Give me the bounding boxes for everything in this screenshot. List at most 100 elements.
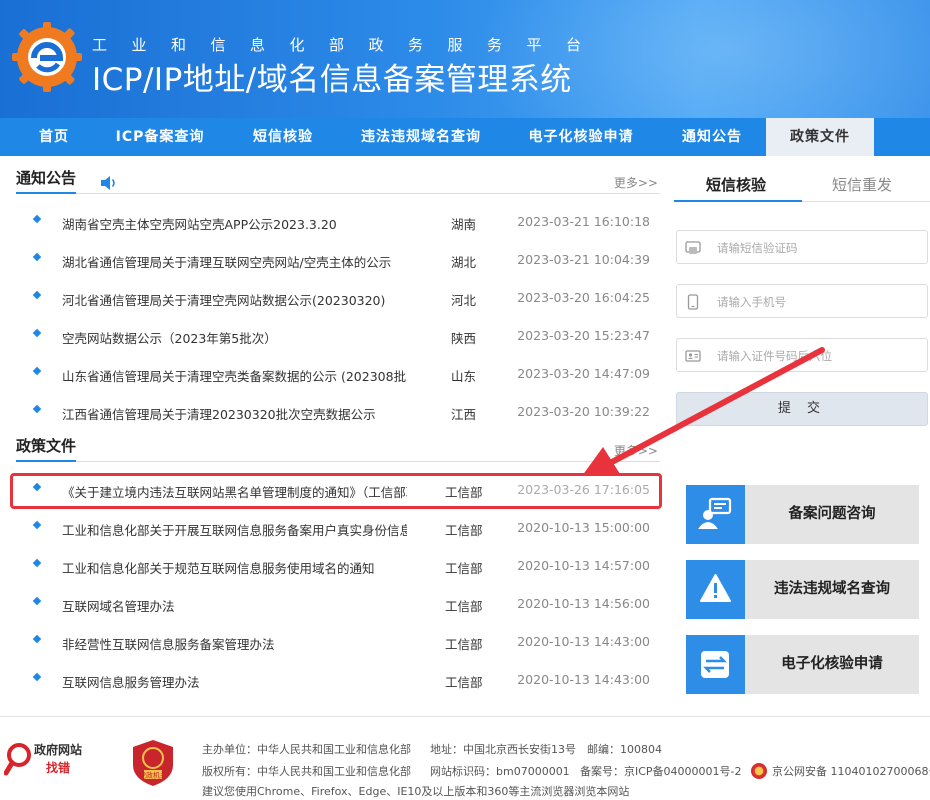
divider xyxy=(16,193,660,194)
policy-item-date: 2020-10-13 14:57:00 xyxy=(517,558,650,573)
notice-item-date: 2023-03-21 10:04:39 xyxy=(517,252,650,267)
bullet-icon xyxy=(32,290,42,300)
party-gov-seal-icon[interactable]: 党政机关 xyxy=(130,739,176,787)
footer-address: 地址：中国北京西长安街13号 xyxy=(430,743,576,756)
footer-icp-link[interactable]: 备案号：京ICP备04000001号-2 xyxy=(580,763,742,779)
quick-link-label: 电子化核验申请 xyxy=(781,656,883,672)
bullet-icon xyxy=(32,328,42,338)
nav-policy[interactable]: 政策文件 xyxy=(766,118,874,156)
quick-link-consult[interactable]: 备案问题咨询 xyxy=(686,485,919,544)
tab-sms-resend[interactable]: 短信重发 xyxy=(832,174,892,195)
notice-item-region: 湖北 xyxy=(451,255,477,270)
footer-postcode: 邮编：100804 xyxy=(587,743,662,756)
highlight-box xyxy=(10,473,662,509)
list-item[interactable]: 互联网域名管理办法 工信部 2020-10-13 14:56:00 xyxy=(0,586,668,624)
gov-badge-label: 政府网站 xyxy=(34,743,83,757)
tab-underline xyxy=(674,200,802,202)
nav-icp-query[interactable]: ICP备案查询 xyxy=(108,118,212,156)
policy-item-title[interactable]: 非经营性互联网信息服务备案管理办法 xyxy=(62,634,407,653)
id-number-placeholder: 请输入证件号码后六位 xyxy=(717,349,832,363)
policy-item-title[interactable]: 工业和信息化部关于开展互联网信息服务备案用户真实身份信息电 xyxy=(62,520,407,539)
list-item[interactable]: 山东省通信管理局关于清理空壳类备案数据的公示 (202308批次) 山东 202… xyxy=(0,356,668,394)
notice-item-date: 2023-03-20 14:47:09 xyxy=(517,366,650,381)
notice-item-date: 2023-03-20 10:39:22 xyxy=(517,404,650,419)
footer-police-link[interactable]: 京公网安备 11040102700068号 xyxy=(772,763,930,779)
exchange-icon xyxy=(686,635,745,694)
footer-sponsor: 主办单位：中华人民共和国工业和信息化部 xyxy=(202,743,411,756)
notice-item-title[interactable]: 河北省通信管理局关于清理空壳网站数据公示(20230320) xyxy=(62,290,407,309)
notice-section-header: 通知公告 更多>> xyxy=(0,156,668,202)
divider xyxy=(16,461,660,462)
footer-browser-note: 建议您使用Chrome、Firefox、Edge、IE10及以上版本和360等主… xyxy=(202,785,630,798)
gov-error-report-badge[interactable]: 政府网站 找错 xyxy=(4,737,86,781)
policy-item-date: 2020-10-13 14:43:00 xyxy=(517,634,650,649)
policy-item-source: 工信部 xyxy=(445,523,483,538)
id-card-icon xyxy=(685,350,701,362)
bullet-icon xyxy=(32,214,42,224)
sms-code-field[interactable]: 请输短信验证码 xyxy=(676,230,928,264)
nav-e-verify[interactable]: 电子化核验申请 xyxy=(516,118,646,156)
policy-item-title[interactable]: 互联网域名管理办法 xyxy=(62,596,407,615)
notice-item-region: 湖南 xyxy=(451,217,477,232)
policy-item-title[interactable]: 工业和信息化部关于规范互联网信息服务使用域名的通知 xyxy=(62,558,407,577)
notice-item-region: 河北 xyxy=(451,293,477,308)
site-footer: 政府网站 找错 党政机关 主办单位：中华人民共和国工业和信息化部 地址：中国北京… xyxy=(0,716,930,800)
gov-badge-sublabel: 找错 xyxy=(46,761,71,775)
list-item[interactable]: 空壳网站数据公示（2023年第5批次） 陕西 2023-03-20 15:23:… xyxy=(0,318,668,356)
quick-link-illegal-domain[interactable]: 违法违规域名查询 xyxy=(686,560,919,619)
list-item[interactable]: 工业和信息化部关于规范互联网信息服务使用域名的通知 工信部 2020-10-13… xyxy=(0,548,668,586)
nav-notice[interactable]: 通知公告 xyxy=(660,118,764,156)
magnifier-icon xyxy=(4,743,31,776)
notice-item-region: 江西 xyxy=(451,407,477,422)
policy-item-title[interactable]: 互联网信息服务管理办法 xyxy=(62,672,407,691)
notice-title: 通知公告 xyxy=(16,167,77,194)
site-header: 工业和信息化部政务服务平台 ICP/IP地址/域名信息备案管理系统 xyxy=(0,0,930,118)
message-icon xyxy=(685,241,701,254)
policy-item-date: 2020-10-13 14:43:00 xyxy=(517,672,650,687)
list-item[interactable]: 湖南省空壳主体空壳网站空壳APP公示2023.3.20 湖南 2023-03-2… xyxy=(0,204,668,242)
page-title: ICP/IP地址/域名信息备案管理系统 xyxy=(92,62,572,98)
bullet-icon xyxy=(32,672,42,682)
id-number-field[interactable]: 请输入证件号码后六位 xyxy=(676,338,928,372)
quick-link-label: 违法违规域名查询 xyxy=(774,581,890,597)
nav-home[interactable]: 首页 xyxy=(0,118,108,156)
sms-tabs: 短信核验 短信重发 xyxy=(674,170,930,202)
notice-item-region: 陕西 xyxy=(451,331,477,346)
footer-site-id: 网站标识码：bm07000001 xyxy=(430,765,570,778)
list-item[interactable]: 互联网信息服务管理办法 工信部 2020-10-13 14:43:00 xyxy=(0,662,668,700)
policy-item-date: 2020-10-13 14:56:00 xyxy=(517,596,650,611)
submit-button[interactable]: 提 交 xyxy=(676,392,928,426)
notice-item-region: 山东 xyxy=(451,369,477,384)
policy-title: 政策文件 xyxy=(16,435,77,462)
header-subtitle: 工业和信息化部政务服务平台 xyxy=(92,36,606,54)
list-item[interactable]: 河北省通信管理局关于清理空壳网站数据公示(20230320) 河北 2023-0… xyxy=(0,280,668,318)
miit-logo-icon[interactable] xyxy=(12,22,82,92)
notice-item-title[interactable]: 湖南省空壳主体空壳网站空壳APP公示2023.3.20 xyxy=(62,214,407,233)
warning-icon xyxy=(686,560,745,619)
sms-code-placeholder: 请输短信验证码 xyxy=(717,241,798,255)
policy-item-source: 工信部 xyxy=(445,561,483,576)
tab-sms-verify[interactable]: 短信核验 xyxy=(706,174,766,195)
notice-item-title[interactable]: 空壳网站数据公示（2023年第5批次） xyxy=(62,328,407,347)
nav-illegal-domain[interactable]: 违法违规域名查询 xyxy=(348,118,494,156)
phone-field[interactable]: 请输入手机号 xyxy=(676,284,928,318)
notice-item-title[interactable]: 湖北省通信管理局关于清理互联网空壳网站/空壳主体的公示 xyxy=(62,252,407,271)
quick-link-e-verify[interactable]: 电子化核验申请 xyxy=(686,635,919,694)
list-item[interactable]: 湖北省通信管理局关于清理互联网空壳网站/空壳主体的公示 湖北 2023-03-2… xyxy=(0,242,668,280)
notice-item-title[interactable]: 山东省通信管理局关于清理空壳类备案数据的公示 (202308批次) xyxy=(62,366,407,385)
bullet-icon xyxy=(32,596,42,606)
nav-sms-verify[interactable]: 短信核验 xyxy=(228,118,338,156)
policy-more-link[interactable]: 更多>> xyxy=(614,442,658,459)
sms-panel: 短信核验 短信重发 请输短信验证码 请输入手机号 请输入证件号码后六位 提 交 xyxy=(668,156,930,716)
policy-section-header: 政策文件 更多>> xyxy=(0,424,668,470)
notice-item-title[interactable]: 江西省通信管理局关于清理20230320批次空壳数据公示 xyxy=(62,404,407,423)
notice-more-link[interactable]: 更多>> xyxy=(614,174,658,191)
list-item[interactable]: 工业和信息化部关于开展互联网信息服务备案用户真实身份信息电 工信部 2020-1… xyxy=(0,510,668,548)
policy-item-source: 工信部 xyxy=(445,675,483,690)
policy-item-source: 工信部 xyxy=(445,637,483,652)
phone-icon xyxy=(687,294,699,310)
police-badge-icon xyxy=(751,763,767,779)
speaker-icon xyxy=(101,176,115,190)
list-item[interactable]: 非经营性互联网信息服务备案管理办法 工信部 2020-10-13 14:43:0… xyxy=(0,624,668,662)
footer-copyright: 版权所有：中华人民共和国工业和信息化部 xyxy=(202,765,411,778)
